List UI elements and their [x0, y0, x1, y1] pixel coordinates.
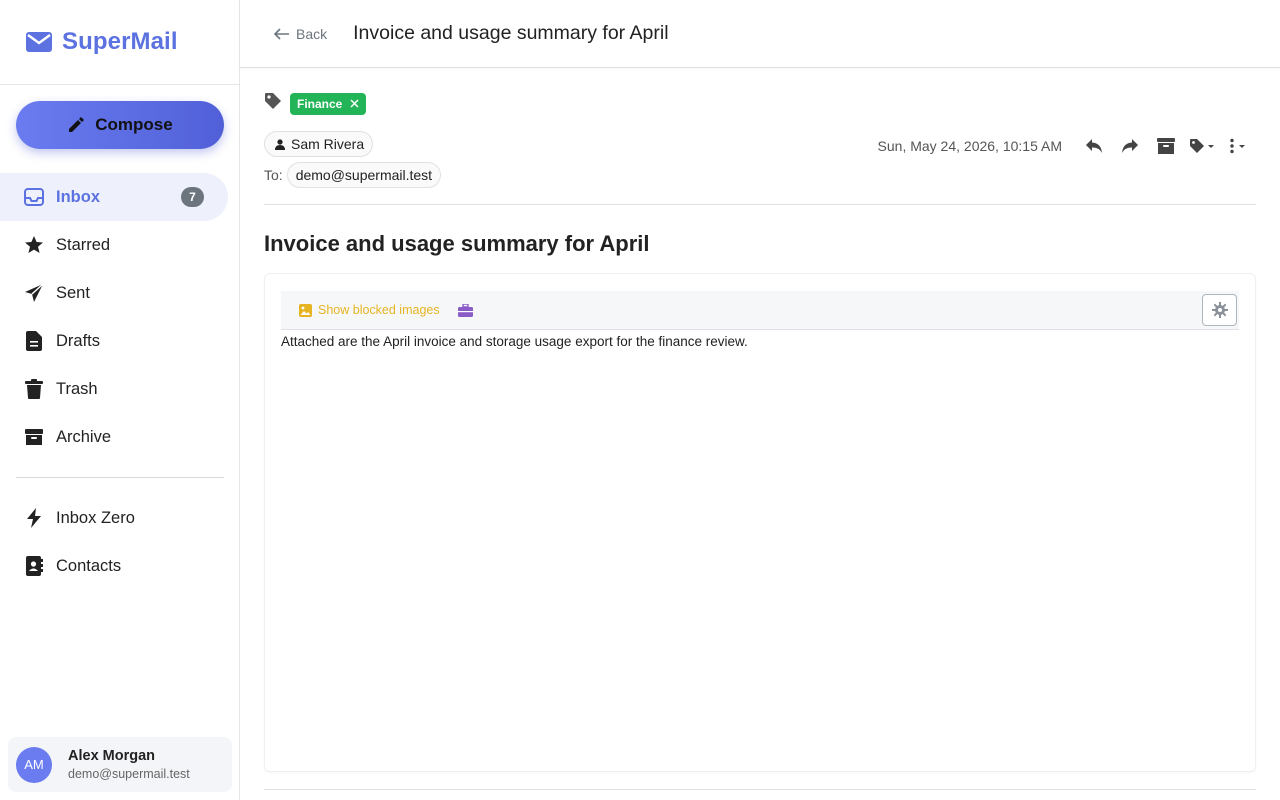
back-label: Back — [296, 25, 328, 42]
show-images-label: Show blocked images — [318, 303, 440, 317]
file-icon — [24, 331, 44, 351]
sidebar-item-label: Trash — [56, 379, 98, 398]
sidebar-item-drafts[interactable]: Drafts — [0, 317, 240, 365]
message-body: Attached are the April invoice and stora… — [281, 334, 748, 349]
sidebar-item-label: Contacts — [56, 556, 122, 575]
sidebar-item-contacts[interactable]: Contacts — [0, 542, 240, 590]
person-icon — [275, 138, 285, 150]
avatar: AM — [16, 746, 52, 783]
envelope-icon — [26, 29, 52, 55]
back-button[interactable]: Back — [274, 26, 327, 42]
reply-button[interactable] — [1076, 133, 1112, 159]
message-body-card: Show blocked images Attached are the Apr… — [264, 273, 1256, 772]
message-date: Sun, May 24, 2026, 10:15 AM — [877, 138, 1062, 154]
pencil-icon — [69, 117, 85, 132]
archive-button[interactable] — [1148, 133, 1184, 159]
inbox-icon — [24, 187, 44, 207]
archive-icon — [1157, 138, 1175, 154]
message-subject: Invoice and usage summary for April — [264, 231, 650, 256]
sidebar-item-archive[interactable]: Archive — [0, 413, 240, 461]
send-icon — [24, 283, 44, 303]
user-name: Alex Morgan — [68, 748, 156, 764]
recipient-chip[interactable]: demo@supermail.test — [286, 162, 442, 188]
page-title: Invoice and usage summary for April — [353, 22, 669, 44]
brand[interactable]: SuperMail — [0, 0, 239, 85]
tag-icon[interactable] — [264, 92, 282, 115]
sender-name: Sam Rivera — [291, 136, 365, 152]
forward-button[interactable] — [1112, 133, 1148, 159]
compose-button[interactable]: Compose — [16, 101, 224, 149]
tag-label: Finance — [297, 96, 343, 111]
sidebar-item-sent[interactable]: Sent — [0, 269, 240, 317]
image-icon — [299, 303, 312, 317]
sidebar-item-label: Inbox — [56, 187, 100, 206]
remove-tag-icon[interactable] — [350, 99, 359, 108]
sidebar-item-label: Inbox Zero — [56, 508, 135, 527]
sidebar-item-label: Archive — [56, 427, 112, 446]
sidebar-item-label: Sent — [56, 283, 90, 302]
briefcase-button[interactable] — [457, 303, 473, 317]
sidebar: SuperMail Compose Inbox 7 Starred Sent D… — [0, 0, 240, 800]
message-actions: Sun, May 24, 2026, 10:15 AM — [878, 133, 1256, 159]
nav-divider — [16, 477, 224, 478]
user-info: Alex Morgan demo@supermail.test — [68, 748, 190, 781]
forward-icon — [1122, 139, 1138, 153]
compose-label: Compose — [95, 115, 173, 134]
brand-title: SuperMail — [62, 28, 178, 55]
sidebar-item-inbox[interactable]: Inbox 7 — [0, 173, 228, 221]
to-label: To: — [264, 167, 283, 183]
contacts-icon — [24, 556, 44, 576]
sidebar-item-trash[interactable]: Trash — [0, 365, 240, 413]
briefcase-icon — [457, 303, 473, 317]
gear-icon — [1211, 302, 1228, 318]
sidebar-item-label: Starred — [56, 235, 111, 254]
sidebar-item-starred[interactable]: Starred — [0, 221, 240, 269]
sidebar-item-label: Drafts — [56, 331, 101, 350]
sidebar-item-inbox-zero[interactable]: Inbox Zero — [0, 494, 240, 542]
display-settings-button[interactable] — [1202, 294, 1237, 326]
arrow-left-icon — [274, 27, 289, 40]
body-toolbar: Show blocked images — [281, 291, 1239, 330]
label-menu-button[interactable] — [1184, 133, 1220, 159]
tag-dropdown-icon — [1190, 139, 1214, 153]
footer-divider — [264, 789, 1256, 790]
trash-icon — [24, 379, 44, 399]
unread-count-badge: 7 — [181, 187, 204, 207]
archive-icon — [24, 427, 44, 447]
reply-icon — [1086, 139, 1102, 153]
nav-list: Inbox 7 Starred Sent Drafts Trash Archiv… — [0, 173, 240, 590]
user-email: demo@supermail.test — [68, 767, 190, 781]
sender-chip[interactable]: Sam Rivera — [264, 131, 374, 157]
tag-finance: Finance — [290, 92, 367, 115]
message-header: Back Invoice and usage summary for April — [240, 0, 1280, 68]
user-card[interactable]: AM Alex Morgan demo@supermail.test — [8, 737, 232, 792]
more-vertical-icon — [1230, 138, 1245, 154]
tag-row: Finance — [264, 92, 367, 115]
star-icon — [24, 235, 44, 255]
more-actions-button[interactable] — [1220, 133, 1256, 159]
bolt-icon — [24, 508, 44, 528]
message-view: Back Invoice and usage summary for April… — [240, 0, 1280, 800]
recipient-row: To: demo@supermail.test — [264, 162, 442, 188]
show-blocked-images-link[interactable]: Show blocked images — [299, 303, 440, 317]
header-divider — [264, 204, 1256, 205]
